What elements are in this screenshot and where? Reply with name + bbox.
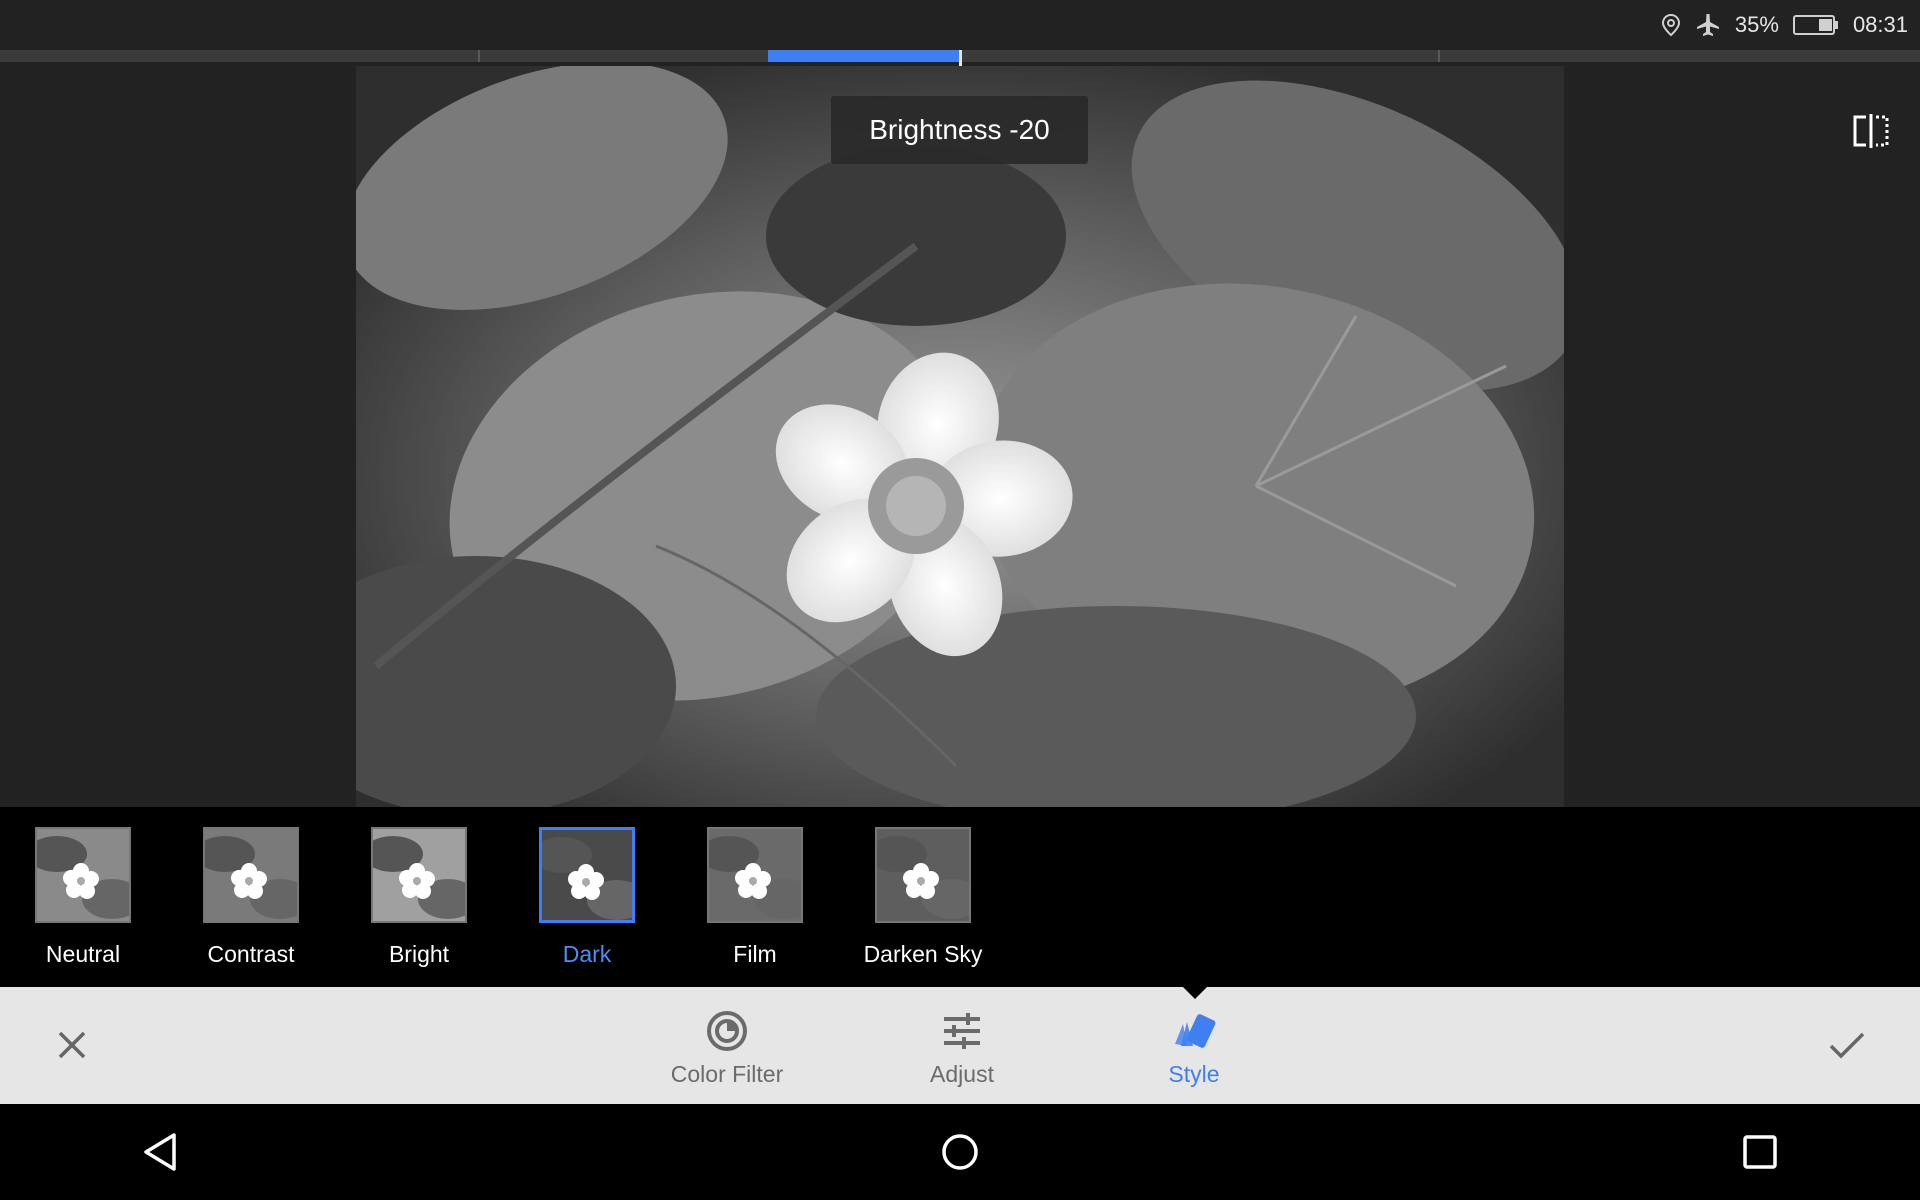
- filter-darken-sky[interactable]: Darken Sky: [853, 807, 993, 987]
- filter-thumbnail: [35, 827, 131, 923]
- filter-label: Bright: [388, 941, 450, 967]
- filter-label: Film: [733, 941, 777, 967]
- recents-icon[interactable]: [1732, 1124, 1788, 1180]
- tool-label: Color Filter: [670, 1061, 784, 1087]
- close-icon: [58, 1031, 86, 1059]
- slider-fill: [768, 50, 960, 62]
- filter-neutral[interactable]: Neutral: [13, 807, 153, 987]
- flower-thumbnail-image: [542, 830, 632, 920]
- status-bar: 35% 08:31: [0, 0, 1920, 50]
- battery-icon: [1792, 14, 1839, 36]
- filter-thumbnail: [707, 827, 803, 923]
- battery-percent: 35%: [1734, 12, 1779, 37]
- filter-label: Contrast: [207, 941, 295, 967]
- compare-icon[interactable]: [1850, 110, 1892, 152]
- photo-preview[interactable]: [356, 66, 1564, 807]
- filter-thumbnail: [203, 827, 299, 923]
- flower-thumbnail-image: [373, 829, 465, 921]
- filter-label: Darken Sky: [863, 941, 983, 967]
- airplane-mode-icon: [1695, 12, 1721, 38]
- tool-label: Adjust: [930, 1061, 994, 1087]
- tool-style[interactable]: Style: [1119, 987, 1269, 1104]
- filter-thumbnail: [539, 827, 635, 923]
- cancel-button[interactable]: [47, 1020, 97, 1070]
- filter-dark[interactable]: Dark: [517, 807, 657, 987]
- flower-thumbnail-image: [37, 829, 129, 921]
- filter-label: Dark: [562, 941, 612, 967]
- tool-label: Style: [1168, 1061, 1220, 1087]
- home-icon[interactable]: [932, 1124, 988, 1180]
- slider-tick: [1438, 50, 1440, 62]
- location-icon: [1661, 13, 1681, 37]
- editor-toolbar: Color Filter Adjust Style: [0, 987, 1920, 1104]
- tool-adjust[interactable]: Adjust: [887, 987, 1037, 1104]
- confirm-button[interactable]: [1822, 1020, 1872, 1070]
- slider-tick: [478, 50, 480, 62]
- system-nav-bar: [0, 1104, 1920, 1200]
- clock: 08:31: [1852, 12, 1908, 37]
- filter-thumbnail: [371, 827, 467, 923]
- color-filter-icon: [706, 1009, 748, 1053]
- back-icon[interactable]: [132, 1124, 188, 1180]
- filter-contrast[interactable]: Contrast: [181, 807, 321, 987]
- filter-film[interactable]: Film: [685, 807, 825, 987]
- flower-thumbnail-image: [205, 829, 297, 921]
- brightness-value-tooltip: Brightness -20: [831, 96, 1088, 164]
- flower-thumbnail-image: [709, 829, 801, 921]
- flower-thumbnail-image: [877, 829, 969, 921]
- filter-label: Neutral: [45, 941, 121, 967]
- sliders-icon: [942, 1009, 982, 1053]
- checkmark-icon: [1829, 1032, 1865, 1059]
- style-cards-icon: [1171, 1009, 1217, 1053]
- filter-bright[interactable]: Bright: [349, 807, 489, 987]
- filter-thumbnail: [875, 827, 971, 923]
- style-filter-strip: Neutral Contrast Bright Dark Film Darken…: [0, 807, 1920, 987]
- tool-color-filter[interactable]: Color Filter: [652, 987, 802, 1104]
